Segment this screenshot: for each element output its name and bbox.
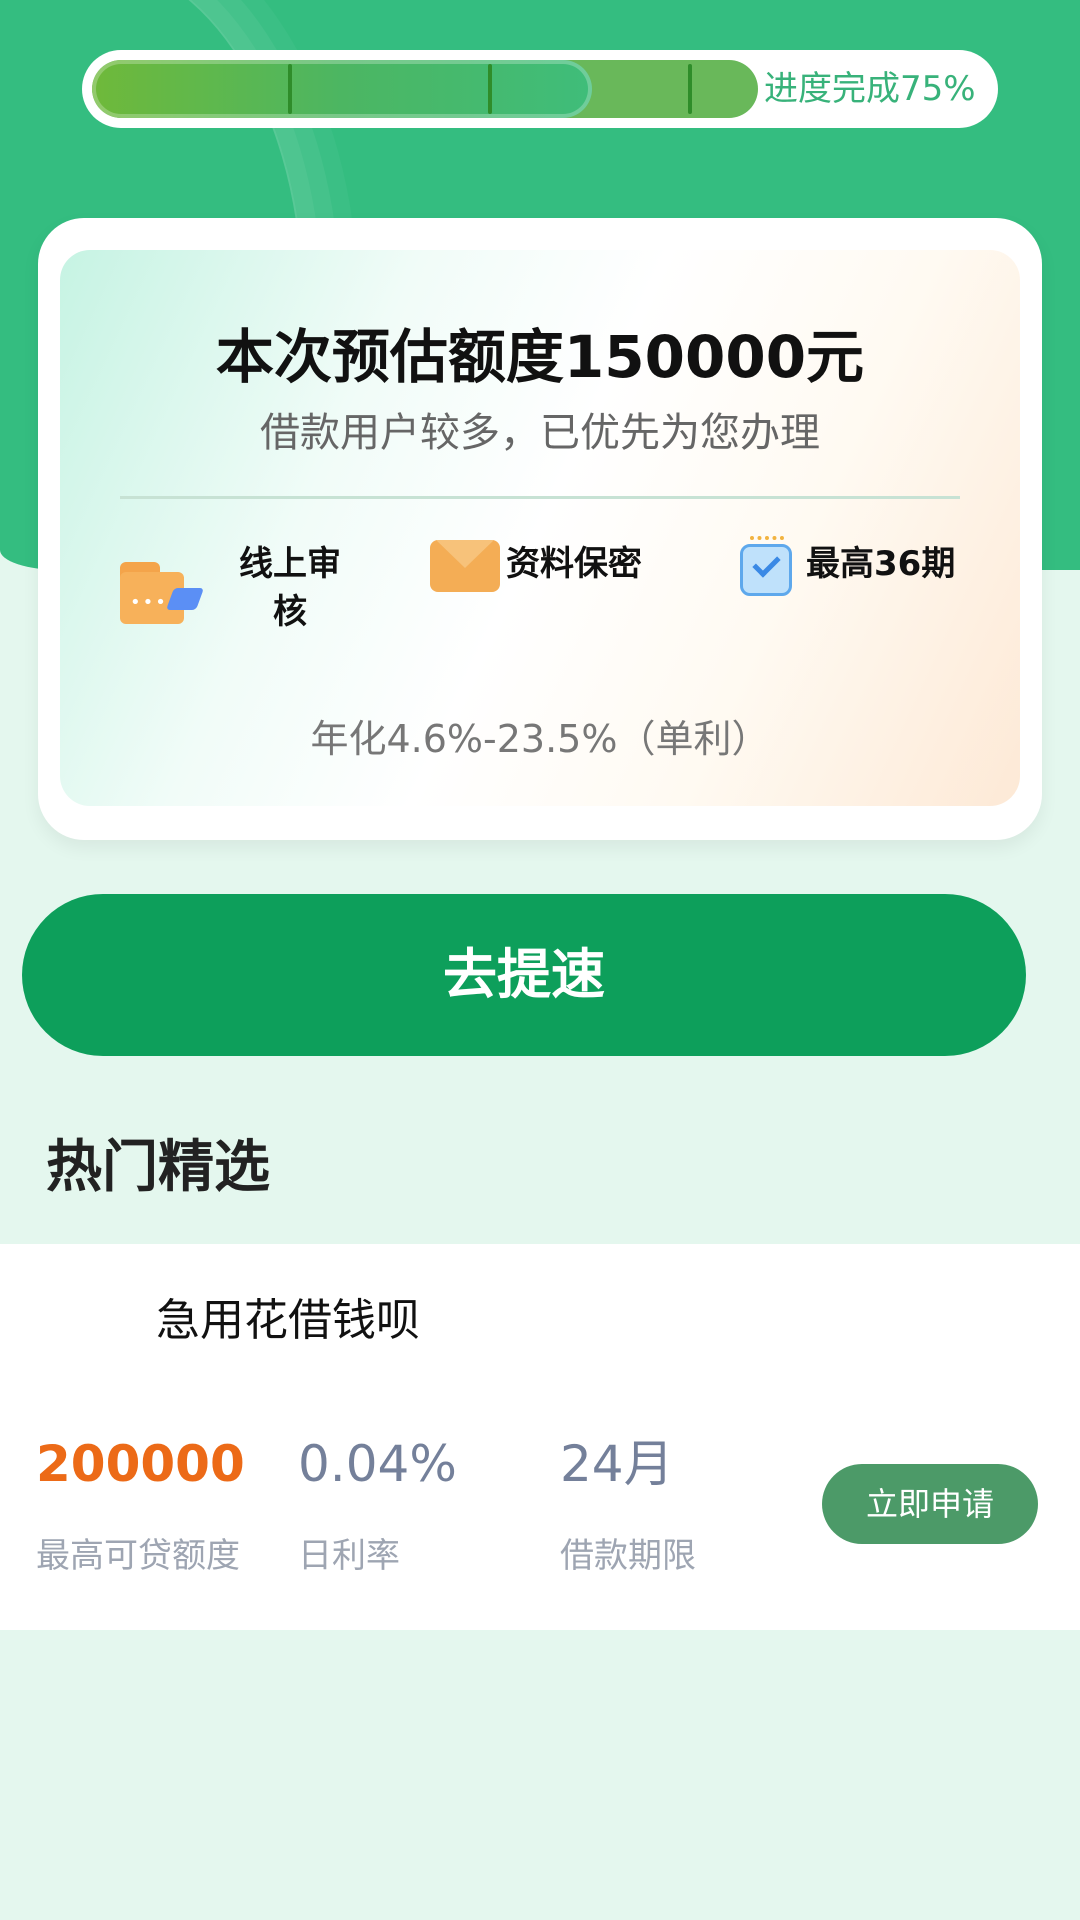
stat-daily-rate: 0.04% 日利率 bbox=[298, 1434, 457, 1577]
stat-label: 日利率 bbox=[298, 1536, 400, 1576]
progress-fill bbox=[92, 60, 592, 118]
stat-label: 最高可贷额度 bbox=[36, 1536, 240, 1576]
feature-label: 资料保密 bbox=[506, 544, 642, 584]
speed-up-button[interactable]: 去提速 bbox=[22, 894, 1026, 1056]
feature-label: 最高36期 bbox=[806, 544, 956, 584]
progress-tick bbox=[488, 64, 492, 114]
stat-max-amount: 200000 最高可贷额度 bbox=[36, 1434, 245, 1577]
progress-tick bbox=[688, 64, 692, 114]
progress-label: 进度完成75% bbox=[764, 69, 976, 109]
stat-loan-term: 24月 借款期限 bbox=[560, 1434, 696, 1577]
calendar-check-icon bbox=[740, 536, 796, 596]
stat-value: 200000 bbox=[36, 1435, 245, 1493]
card-divider bbox=[120, 496, 960, 499]
estimate-title: 本次预估额度150000元 bbox=[215, 323, 865, 391]
estimate-card: 本次预估额度150000元 借款用户较多，已优先为您办理 ••• 线上审核 资料… bbox=[38, 218, 1042, 840]
annual-rate-text: 年化4.6%-23.5%（单利） bbox=[310, 717, 770, 761]
progress-tick bbox=[288, 64, 292, 114]
hot-picks-title: 热门精选 bbox=[46, 1135, 270, 1200]
estimate-subtitle: 借款用户较多，已优先为您办理 bbox=[260, 410, 820, 456]
feature-max-periods: 最高36期 bbox=[740, 536, 956, 596]
feature-data-privacy: 资料保密 bbox=[430, 540, 642, 592]
product-name: 急用花借钱呗 bbox=[156, 1295, 420, 1346]
stat-label: 借款期限 bbox=[560, 1536, 696, 1576]
product-card: 急用花借钱呗 200000 最高可贷额度 0.04% 日利率 24月 借款期限 … bbox=[0, 1244, 1080, 1630]
estimate-card-inner: 本次预估额度150000元 借款用户较多，已优先为您办理 ••• 线上审核 资料… bbox=[60, 250, 1020, 806]
progress-bar-container: 进度完成75% bbox=[82, 50, 998, 128]
stat-value: 0.04% bbox=[298, 1435, 457, 1493]
stat-value: 24月 bbox=[560, 1435, 674, 1493]
feature-online-review: ••• 线上审核 bbox=[120, 540, 350, 636]
feature-label: 线上审核 bbox=[239, 544, 341, 632]
progress-track bbox=[92, 60, 758, 118]
apply-now-button[interactable]: 立即申请 bbox=[822, 1464, 1038, 1544]
folder-share-icon: ••• bbox=[120, 562, 205, 624]
envelope-icon bbox=[430, 540, 500, 592]
